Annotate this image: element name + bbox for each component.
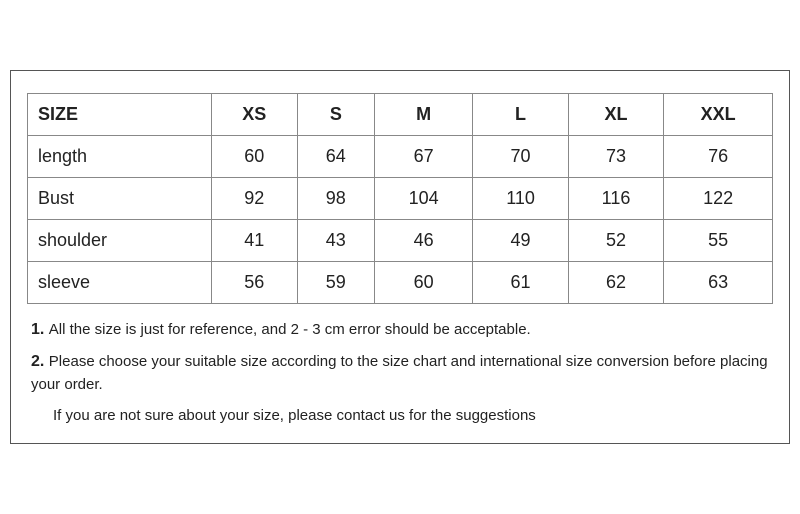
row-cell: 60 (211, 136, 297, 178)
row-cell: 92 (211, 178, 297, 220)
row-label: sleeve (28, 262, 212, 304)
note-item-1: 2. Please choose your suitable size acco… (31, 350, 769, 397)
row-cell: 56 (211, 262, 297, 304)
row-cell: 67 (375, 136, 473, 178)
row-cell: 62 (568, 262, 663, 304)
row-cell: 61 (473, 262, 568, 304)
row-label: Bust (28, 178, 212, 220)
col-header-l: L (473, 94, 568, 136)
table-row: shoulder414346495255 (28, 220, 773, 262)
col-header-xs: XS (211, 94, 297, 136)
col-header-s: S (297, 94, 374, 136)
row-cell: 43 (297, 220, 374, 262)
col-header-m: M (375, 94, 473, 136)
row-cell: 104 (375, 178, 473, 220)
table-row: sleeve565960616263 (28, 262, 773, 304)
row-cell: 110 (473, 178, 568, 220)
note-item-0: 1. All the size is just for reference, a… (31, 318, 769, 342)
row-cell: 52 (568, 220, 663, 262)
row-cell: 49 (473, 220, 568, 262)
row-label: shoulder (28, 220, 212, 262)
row-cell: 64 (297, 136, 374, 178)
col-header-xl: XL (568, 94, 663, 136)
row-cell: 76 (664, 136, 773, 178)
table-header-row: SIZE XS S M L XL XXL (28, 94, 773, 136)
note-item-2: If you are not sure about your size, ple… (31, 405, 769, 428)
row-cell: 98 (297, 178, 374, 220)
row-cell: 70 (473, 136, 568, 178)
row-cell: 46 (375, 220, 473, 262)
row-cell: 41 (211, 220, 297, 262)
row-cell: 63 (664, 262, 773, 304)
row-label: length (28, 136, 212, 178)
table-row: length606467707376 (28, 136, 773, 178)
row-cell: 122 (664, 178, 773, 220)
size-chart-container: SIZE XS S M L XL XXL length606467707376B… (10, 70, 790, 444)
row-cell: 73 (568, 136, 663, 178)
row-cell: 59 (297, 262, 374, 304)
col-header-xxl: XXL (664, 94, 773, 136)
table-row: Bust9298104110116122 (28, 178, 773, 220)
row-cell: 116 (568, 178, 663, 220)
col-header-size: SIZE (28, 94, 212, 136)
row-cell: 55 (664, 220, 773, 262)
row-cell: 60 (375, 262, 473, 304)
size-table: SIZE XS S M L XL XXL length606467707376B… (27, 93, 773, 304)
notes-section: 1. All the size is just for reference, a… (27, 318, 773, 427)
